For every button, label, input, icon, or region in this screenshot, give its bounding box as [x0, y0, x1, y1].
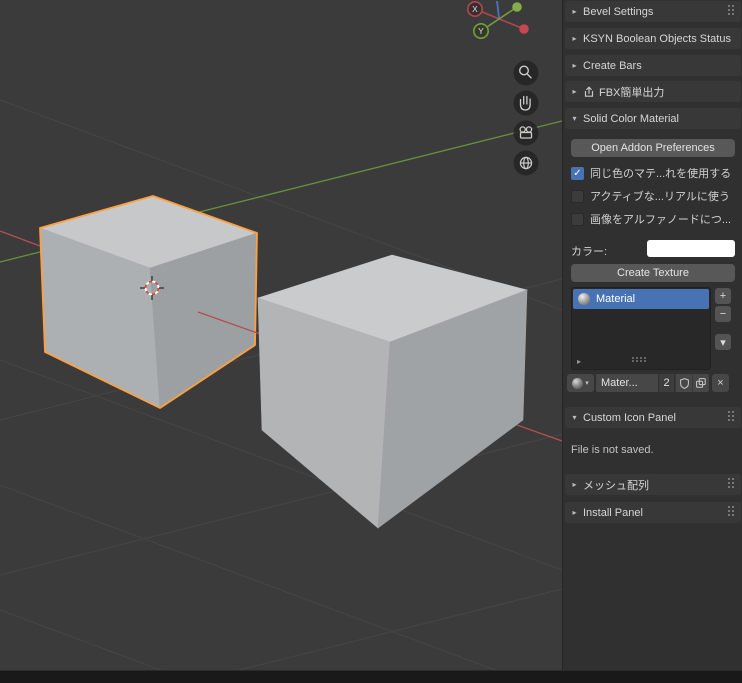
fake-user-shield-button[interactable]: [675, 374, 692, 392]
panel-header-fbx-export[interactable]: ▸ FBX簡単出力: [565, 81, 741, 102]
blender-window: X Y ▸ Bevel Settings ▸ KSYN Boolean Obje…: [0, 0, 742, 683]
sidebar-n-panel: ▸ Bevel Settings ▸ KSYN Boolean Objects …: [562, 0, 742, 670]
gizmo-x-ball[interactable]: X: [467, 1, 483, 17]
panel-drag-grip-icon[interactable]: [728, 5, 735, 17]
material-sphere-icon: [578, 293, 590, 305]
panel-header-create-bars[interactable]: ▸ Create Bars: [565, 55, 741, 76]
export-icon: [583, 85, 595, 98]
camera-view-button[interactable]: [513, 120, 539, 146]
panel-drag-grip-icon[interactable]: [728, 411, 735, 423]
checkbox-checked-icon[interactable]: ✓: [571, 166, 584, 180]
panel-label: Bevel Settings: [583, 5, 654, 18]
material-users-count[interactable]: 2: [659, 374, 674, 392]
create-texture-button[interactable]: Create Texture: [571, 264, 735, 282]
color-label: カラー:: [571, 246, 608, 258]
panel-label: Create Bars: [583, 59, 642, 72]
gizmo-y-label: Y: [478, 26, 484, 36]
panel-drag-grip-icon[interactable]: [728, 478, 735, 490]
checkbox-row-same-color-material[interactable]: ✓ 同じ色のマテ...れを使用する: [571, 166, 731, 180]
chevron-down-icon: ▾: [572, 413, 577, 422]
material-sphere-icon: [572, 377, 584, 389]
chevron-right-icon: ▸: [572, 508, 577, 517]
chevron-right-icon: ▸: [572, 87, 577, 96]
toggle-perspective-button[interactable]: [513, 150, 539, 176]
panel-header-install-panel[interactable]: ▸ Install Panel: [565, 502, 741, 523]
remove-material-slot-button[interactable]: −: [715, 306, 731, 322]
panel-label: Install Panel: [583, 506, 643, 519]
status-bar: [0, 670, 742, 683]
material-list[interactable]: Material ▸: [571, 287, 711, 370]
material-specials-menu-button[interactable]: ▾: [715, 334, 731, 350]
navigation-gizmo[interactable]: X Y: [452, 0, 547, 46]
open-addon-preferences-button[interactable]: Open Addon Preferences: [571, 139, 735, 157]
checkbox-row-image-alpha-node[interactable]: 画像をアルファノードにつ...: [571, 212, 731, 226]
chevron-down-icon: ▾: [572, 114, 577, 123]
list-resize-grip-icon[interactable]: [632, 357, 648, 363]
gizmo-y-positive-ball[interactable]: [512, 2, 522, 12]
chevron-right-icon: ▸: [572, 480, 577, 489]
checkbox-label: アクティブな...リアルに使う: [590, 191, 730, 203]
checkbox-row-use-active-material[interactable]: アクティブな...リアルに使う: [571, 189, 730, 203]
chevron-right-icon: ▸: [572, 34, 577, 43]
panel-label: メッシュ配列: [583, 479, 649, 492]
checkbox-unchecked-icon[interactable]: [571, 212, 584, 226]
material-name-field[interactable]: Mater...: [596, 374, 658, 392]
panel-label: Custom Icon Panel: [583, 411, 676, 424]
panel-label: Solid Color Material: [583, 112, 679, 125]
gizmo-x-label: X: [472, 4, 478, 14]
add-material-slot-button[interactable]: +: [715, 288, 731, 304]
zoom-tool-button[interactable]: [513, 60, 539, 86]
material-list-item-selected[interactable]: Material: [573, 289, 709, 309]
chevron-right-icon: ▸: [572, 7, 577, 16]
pan-tool-button[interactable]: [513, 90, 539, 116]
panel-label: FBX簡単出力: [599, 86, 665, 99]
list-filter-expand-icon[interactable]: ▸: [577, 357, 581, 366]
panel-label: KSYN Boolean Objects Status: [583, 32, 731, 45]
viewport-tools: [510, 59, 544, 179]
panel-drag-grip-icon[interactable]: [728, 506, 735, 518]
duplicate-material-button[interactable]: [692, 374, 709, 392]
gizmo-y-ball[interactable]: Y: [472, 22, 489, 39]
color-swatch[interactable]: [647, 240, 735, 257]
chevron-down-icon: ▾: [585, 380, 589, 387]
gizmo-x-positive-ball[interactable]: [519, 24, 529, 34]
panel-header-mesh-array[interactable]: ▸ メッシュ配列: [565, 474, 741, 495]
3d-viewport[interactable]: [0, 0, 563, 683]
chevron-right-icon: ▸: [572, 61, 577, 70]
panel-header-solid-color-material[interactable]: ▾ Solid Color Material: [565, 108, 741, 129]
unlink-material-button[interactable]: ×: [712, 374, 729, 392]
panel-header-bevel-settings[interactable]: ▸ Bevel Settings: [565, 1, 741, 22]
checkbox-label: 画像をアルファノードにつ...: [590, 214, 732, 226]
file-not-saved-text: File is not saved.: [571, 444, 654, 456]
gizmo-z-axis-line: [496, 0, 500, 19]
checkbox-unchecked-icon[interactable]: [571, 189, 584, 203]
material-item-label: Material: [596, 293, 636, 305]
copy-icon: [696, 378, 706, 388]
panel-header-custom-icon-panel[interactable]: ▾ Custom Icon Panel: [565, 407, 741, 428]
shield-icon: [679, 377, 689, 389]
panel-header-ksyn-boolean[interactable]: ▸ KSYN Boolean Objects Status: [565, 28, 741, 49]
checkbox-label: 同じ色のマテ...れを使用する: [590, 168, 732, 180]
browse-material-button[interactable]: ▾: [567, 374, 594, 392]
